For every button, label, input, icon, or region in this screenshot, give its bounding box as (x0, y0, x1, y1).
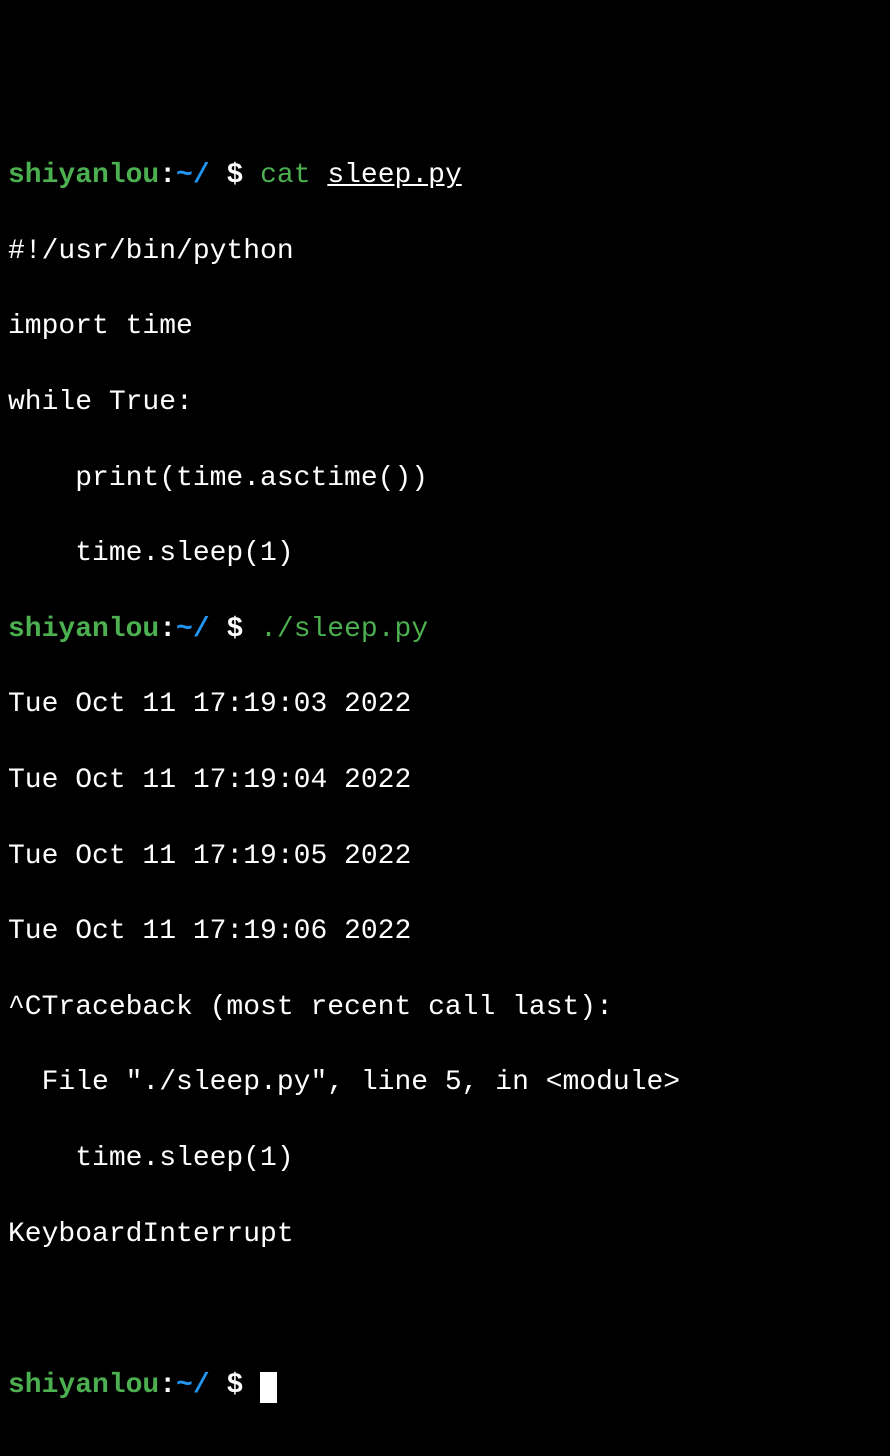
script-shebang: #!/usr/bin/python (8, 233, 882, 271)
traceback-file: File "./sleep.py", line 5, in <module> (8, 1064, 882, 1102)
traceback-code: time.sleep(1) (8, 1140, 882, 1178)
script-while: while True: (8, 384, 882, 422)
prompt-user: shiyanlou (8, 160, 159, 191)
terminal-line-prompt-3[interactable]: shiyanlou:~/ $ (8, 1367, 882, 1405)
prompt-path: ~/ (176, 1370, 210, 1401)
prompt-separator: : (159, 160, 176, 191)
prompt-separator: : (159, 1370, 176, 1401)
script-sleep: time.sleep(1) (8, 535, 882, 573)
terminal-line-prompt-2: shiyanlou:~/ $ ./sleep.py (8, 611, 882, 649)
output-timestamp-4: Tue Oct 11 17:19:06 2022 (8, 913, 882, 951)
output-timestamp-1: Tue Oct 11 17:19:03 2022 (8, 686, 882, 724)
script-print: print(time.asctime()) (8, 460, 882, 498)
script-import: import time (8, 308, 882, 346)
prompt-separator: : (159, 614, 176, 645)
prompt-user: shiyanlou (8, 614, 159, 645)
command-arg-filename: sleep.py (327, 160, 461, 191)
terminal-line-prompt-1: shiyanlou:~/ $ cat sleep.py (8, 157, 882, 195)
output-timestamp-3: Tue Oct 11 17:19:05 2022 (8, 838, 882, 876)
empty-line (8, 1291, 882, 1329)
prompt-path: ~/ (176, 160, 210, 191)
command-cat: cat (260, 160, 310, 191)
command-run-script: ./sleep.py (260, 614, 428, 645)
traceback-header: ^CTraceback (most recent call last): (8, 989, 882, 1027)
cursor-icon[interactable] (260, 1372, 277, 1403)
prompt-dollar: $ (226, 614, 243, 645)
prompt-dollar: $ (226, 1370, 243, 1401)
traceback-exception: KeyboardInterrupt (8, 1216, 882, 1254)
output-timestamp-2: Tue Oct 11 17:19:04 2022 (8, 762, 882, 800)
prompt-dollar: $ (226, 160, 243, 191)
prompt-user: shiyanlou (8, 1370, 159, 1401)
prompt-path: ~/ (176, 614, 210, 645)
